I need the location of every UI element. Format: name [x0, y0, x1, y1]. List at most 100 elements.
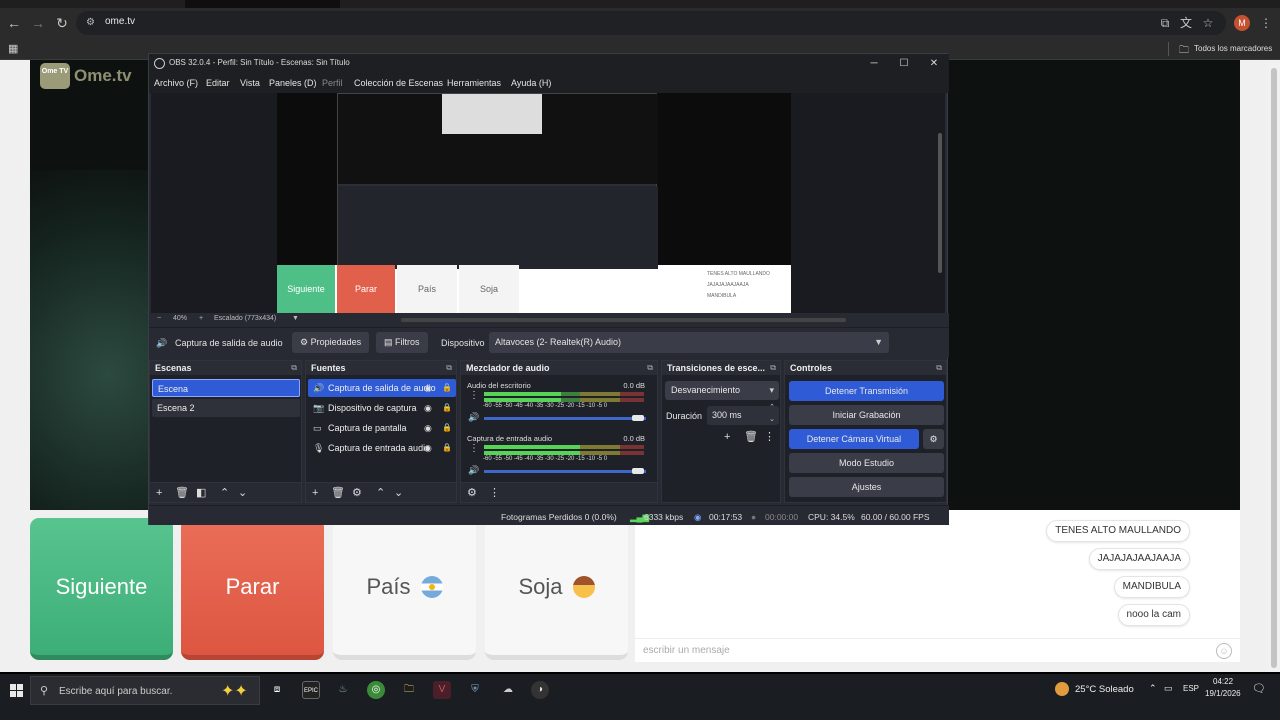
forward-icon[interactable]: → [30, 15, 46, 31]
channel-menu-icon[interactable]: ⋮ [469, 442, 479, 456]
move-down-icon[interactable]: ⌄ [238, 486, 247, 500]
source-item[interactable]: ▭ Captura de pantalla ◉ 🔒 [308, 419, 456, 437]
zoom-out-icon[interactable]: − [157, 315, 161, 322]
preview-hscroll[interactable] [401, 318, 846, 322]
volume-slider-knob[interactable] [632, 468, 644, 474]
menu-archivo[interactable]: Archivo (F) [154, 78, 198, 88]
visibility-eye-icon[interactable]: ◉ [424, 419, 432, 437]
chrome-icon[interactable]: ◎ [367, 681, 385, 699]
undock-icon[interactable]: ⧉ [446, 361, 452, 375]
chat-input[interactable]: escribir un mensaje ☺ [635, 638, 1240, 662]
menu-vista[interactable]: Vista [240, 78, 260, 88]
device-select[interactable]: Altavoces (2- Realtek(R) Audio) ▼ [489, 332, 889, 353]
menu-kebab-icon[interactable]: ⋮ [1258, 15, 1274, 31]
scale-dropdown-icon[interactable]: ▼ [292, 315, 299, 322]
browser-tab[interactable] [0, 0, 185, 8]
network-icon[interactable]: ▭ [1164, 683, 1173, 694]
duration-input[interactable]: 300 ms ⌃ ⌄ [707, 404, 779, 425]
preview-vscroll[interactable] [938, 133, 942, 273]
page-scrollbar[interactable] [1268, 60, 1280, 672]
gear-icon[interactable]: ⚙ [352, 486, 362, 500]
site-info-icon[interactable]: ⚙ [86, 17, 98, 29]
bookmark-star-icon[interactable]: ☆ [1200, 15, 1216, 31]
menu-paneles[interactable]: Paneles (D) [269, 78, 317, 88]
volume-slider-knob[interactable] [632, 415, 644, 421]
source-item[interactable]: 🔊 Captura de salida de audio ◉ 🔒 [308, 379, 456, 397]
obs-titlebar[interactable]: OBS 32.0.4 - Perfil: Sin Título - Escena… [149, 54, 949, 73]
lock-icon[interactable]: 🔒 [442, 439, 452, 457]
chevron-up-icon[interactable]: ⌃ [1149, 683, 1157, 694]
filters-button[interactable]: ▤ Filtros [376, 332, 428, 353]
reload-icon[interactable]: ↻ [54, 15, 70, 31]
source-item[interactable]: 🎙 Captura de entrada audio ◉ 🔒 [308, 439, 456, 457]
spinner-icon[interactable]: ⌃ ⌄ [769, 402, 775, 426]
maximize-icon[interactable]: ☐ [897, 57, 911, 70]
windows-start-icon[interactable] [10, 684, 23, 697]
channel-menu-icon[interactable]: ⋮ [469, 389, 479, 403]
volume-slider[interactable] [484, 417, 646, 420]
steam-icon[interactable]: ♨ [334, 681, 352, 699]
advanced-audio-icon[interactable]: ⚙ [467, 486, 477, 500]
lock-icon[interactable]: 🔒 [442, 379, 452, 397]
trash-icon[interactable]: 🗑 [331, 486, 345, 500]
zoom-in-icon[interactable]: + [199, 315, 203, 322]
visibility-eye-icon[interactable]: ◉ [424, 379, 432, 397]
speaker-icon[interactable]: 🔊 [468, 463, 479, 477]
shield-icon[interactable]: ⛨ [466, 681, 484, 699]
lock-icon[interactable]: 🔒 [442, 399, 452, 417]
lock-icon[interactable]: 🔒 [442, 419, 452, 437]
start-recording-button[interactable]: Iniciar Grabación [789, 405, 944, 425]
properties-button[interactable]: ⚙ Propiedades [292, 332, 370, 353]
apps-grid-icon[interactable]: ▦ [8, 42, 18, 55]
volume-slider[interactable] [484, 470, 646, 473]
studio-mode-button[interactable]: Modo Estudio [789, 453, 944, 473]
source-item[interactable]: 📷 Dispositivo de captura ◉ 🔒 [308, 399, 456, 417]
stop-virtual-camera-button[interactable]: Detener Cámara Virtual [789, 429, 919, 449]
scene-item[interactable]: Escena 2 [152, 399, 300, 417]
obs-taskbar-icon[interactable]: ◑ [531, 681, 549, 699]
undock-icon[interactable]: ⧉ [770, 361, 776, 375]
translate-icon[interactable]: 文 [1178, 15, 1194, 31]
virtual-camera-settings-icon[interactable]: ⚙ [923, 429, 944, 449]
cloud-app-icon[interactable]: ☁ [499, 681, 517, 699]
speaker-icon[interactable]: 🔊 [468, 410, 479, 424]
valorant-icon[interactable]: V [433, 681, 451, 699]
emoji-icon[interactable]: ☺ [1216, 643, 1232, 659]
menu-ayuda[interactable]: Ayuda (H) [511, 78, 551, 88]
filter-icon[interactable]: ◧ [196, 486, 206, 500]
taskbar-search[interactable]: ⚲ Escribe aquí para buscar. ✦✦ [30, 676, 260, 705]
stop-button[interactable]: Parar [181, 518, 324, 660]
country-button[interactable]: País [333, 518, 476, 660]
add-icon[interactable]: + [724, 430, 730, 444]
notifications-icon[interactable]: 🗨 [1252, 682, 1266, 695]
back-icon[interactable]: ← [6, 15, 22, 31]
address-bar[interactable]: ⚙ ome.tv [76, 11, 1226, 35]
minimize-icon[interactable]: ─ [867, 57, 881, 70]
mixer-menu-icon[interactable]: ⋮ [489, 486, 500, 500]
clock-date[interactable]: 19/1/2026 [1205, 689, 1241, 698]
menu-editar[interactable]: Editar [206, 78, 230, 88]
epic-games-icon[interactable]: EPIC [302, 681, 320, 699]
menu-herramientas[interactable]: Herramientas [447, 78, 501, 88]
menu-coleccion-escenas[interactable]: Colección de Escenas [354, 78, 443, 88]
trash-icon[interactable]: 🗑 [744, 430, 758, 444]
all-bookmarks-link[interactable]: Todos los marcadores [1194, 44, 1272, 53]
transition-select[interactable]: Desvanecimiento ▾ [665, 381, 779, 400]
undock-icon[interactable]: ⧉ [647, 361, 653, 375]
transition-menu-icon[interactable]: ⋮ [764, 430, 775, 444]
obs-preview[interactable]: Siguiente Parar País Soja TENES ALTO MAU… [151, 93, 945, 313]
gender-button[interactable]: Soja [485, 518, 628, 660]
trash-icon[interactable]: 🗑 [175, 486, 189, 500]
settings-button[interactable]: Ajustes [789, 477, 944, 497]
stop-streaming-button[interactable]: Detener Transmisión [789, 381, 944, 401]
add-icon[interactable]: + [156, 486, 162, 500]
add-icon[interactable]: + [312, 486, 318, 500]
undock-icon[interactable]: ⧉ [936, 361, 942, 375]
visibility-eye-icon[interactable]: ◉ [424, 399, 432, 417]
undock-icon[interactable]: ⧉ [291, 361, 297, 375]
move-up-icon[interactable]: ⌃ [220, 486, 229, 500]
language-indicator[interactable]: ESP [1183, 684, 1199, 693]
scrollbar-thumb[interactable] [1271, 68, 1277, 668]
clock-time[interactable]: 04:22 [1213, 677, 1233, 686]
menu-perfil[interactable]: Perfil [322, 78, 343, 88]
